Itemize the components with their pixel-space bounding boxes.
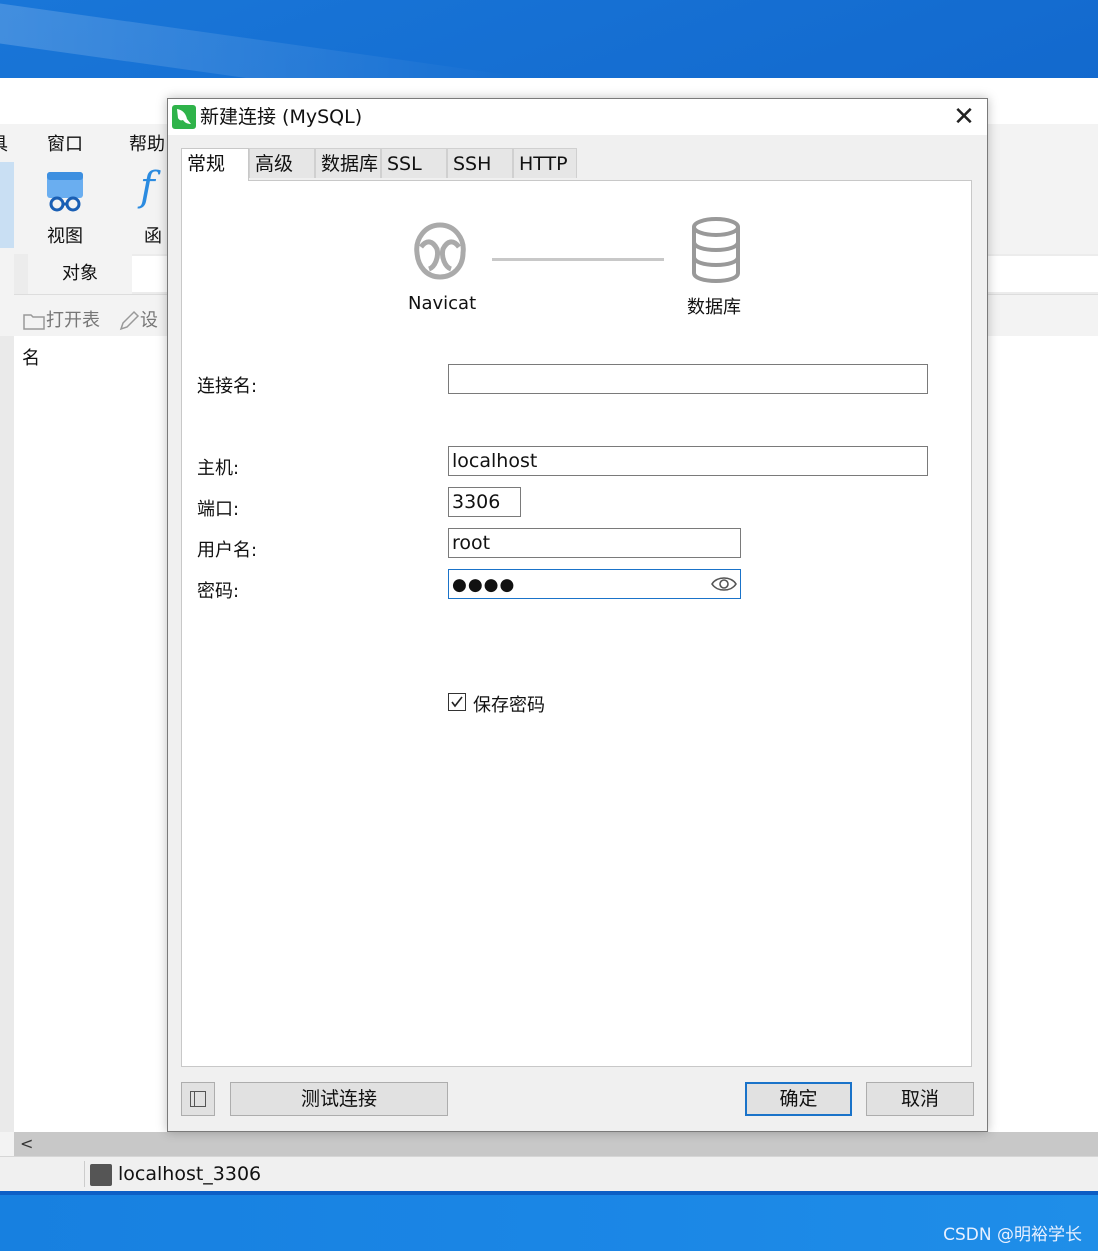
tab-ssl[interactable]: SSL [381, 148, 447, 178]
username-field[interactable]: root [448, 528, 741, 558]
horizontal-scrollbar[interactable]: < [14, 1132, 1098, 1156]
database-icon [692, 217, 740, 283]
cancel-button[interactable]: 取消 [866, 1082, 974, 1116]
tab-ssh[interactable]: SSH [447, 148, 513, 178]
connection-line [492, 258, 664, 261]
menu-tools[interactable]: 具 [0, 130, 8, 156]
tab-advanced[interactable]: 高级 [249, 148, 315, 178]
design-table-button[interactable]: 设 [118, 306, 158, 332]
diagram-label-database: 数据库 [687, 297, 741, 318]
mysql-connection-icon [90, 1163, 112, 1186]
test-connection-button[interactable]: 测试连接 [230, 1082, 448, 1116]
menu-window[interactable]: 窗口 [47, 130, 83, 156]
ok-button[interactable]: 确定 [745, 1082, 852, 1116]
open-table-label: 打开表 [46, 310, 100, 331]
connection-name-label: 连接名: [197, 376, 258, 397]
general-tab-panel: Navicat 数据库 连接名: 主机: localhost 端口: 3306 … [181, 180, 972, 1067]
design-table-label: 设 [140, 310, 158, 331]
status-connection: localhost_3306 [90, 1162, 261, 1186]
watermark: CSDN @明裕学长 [943, 1225, 1082, 1245]
view-icon [47, 172, 83, 212]
dialog-title: 新建连接 (MySQL) [200, 106, 363, 128]
tab-objects[interactable]: 对象 [28, 254, 132, 294]
save-password-checkbox[interactable] [448, 693, 466, 711]
navicat-logo-icon [414, 222, 466, 280]
username-label: 用户名: [197, 540, 258, 561]
password-field[interactable]: ●●●● [448, 569, 741, 599]
eye-icon[interactable] [710, 572, 738, 596]
scroll-left-icon[interactable]: < [20, 1132, 33, 1156]
tab-http[interactable]: HTTP [513, 148, 577, 178]
port-field[interactable]: 3306 [448, 487, 521, 517]
column-header-name[interactable]: 名 [22, 344, 40, 370]
checkmark-icon [451, 696, 463, 708]
folder-icon [23, 314, 45, 330]
toggle-sidebar-button[interactable] [181, 1082, 215, 1116]
new-connection-dialog: 新建连接 (MySQL) ✕ 常规 高级 数据库 SSL SSH HTTP Na… [167, 98, 988, 1132]
ribbon-selected-edge [0, 162, 14, 248]
menu-help[interactable]: 帮助 [129, 130, 165, 156]
status-connection-label: localhost_3306 [118, 1163, 262, 1185]
ribbon-view-label: 视图 [47, 226, 83, 247]
open-table-button[interactable]: 打开表 [22, 306, 100, 332]
ribbon-view-button[interactable]: 视图 [30, 168, 100, 248]
port-label: 端口: [197, 499, 240, 520]
tab-databases[interactable]: 数据库 [315, 148, 381, 178]
close-icon[interactable]: ✕ [944, 101, 984, 133]
connection-name-field[interactable] [448, 364, 928, 394]
panel-toggle-icon [190, 1091, 206, 1107]
password-value: ●●●● [452, 575, 516, 595]
function-icon: f [140, 164, 155, 210]
diagram-label-navicat: Navicat [408, 293, 477, 314]
tab-general[interactable]: 常规 [181, 148, 249, 181]
navicat-app-icon [172, 105, 196, 129]
host-label: 主机: [197, 458, 240, 479]
password-label: 密码: [197, 581, 240, 602]
status-bar: localhost_3306 [0, 1156, 1098, 1191]
host-field[interactable]: localhost [448, 446, 928, 476]
pencil-icon [119, 310, 140, 331]
save-password-label: 保存密码 [473, 695, 545, 716]
dialog-title-bar[interactable]: 新建连接 (MySQL) ✕ [168, 99, 987, 135]
